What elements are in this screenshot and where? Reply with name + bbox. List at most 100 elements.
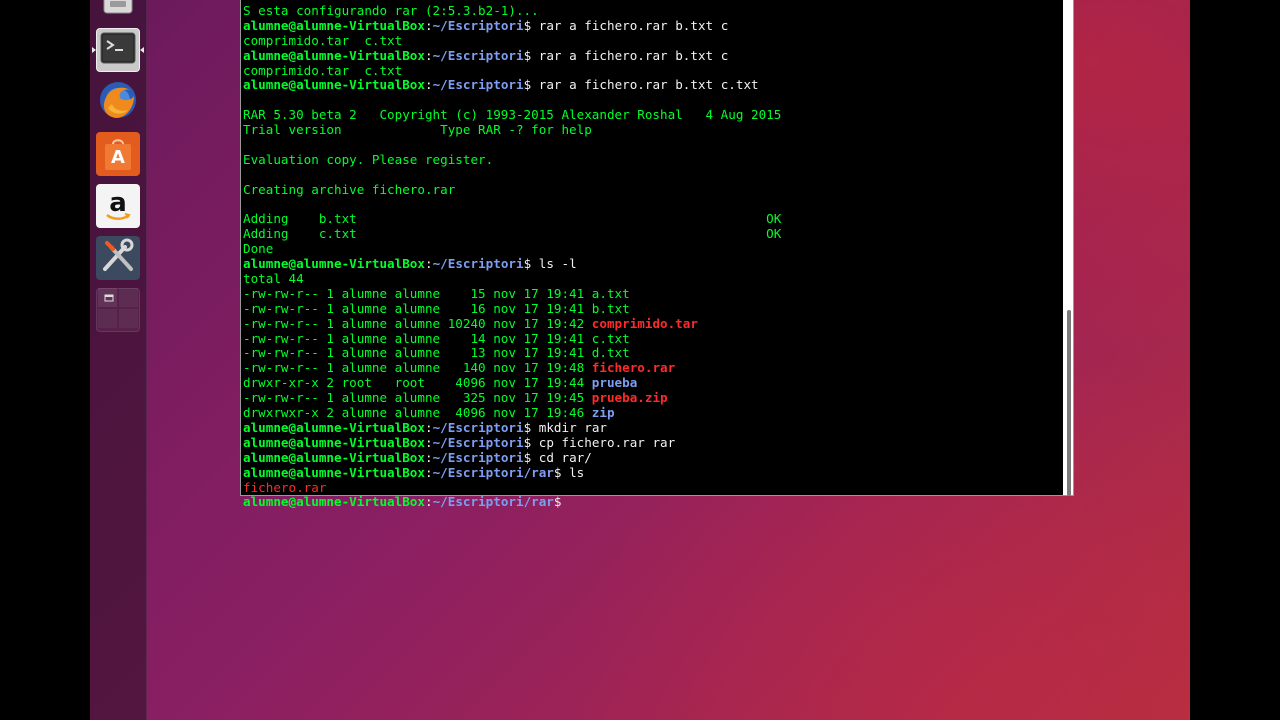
terminal-line: alumne@alumne-VirtualBox:~/Escriptori$ r…: [243, 49, 1059, 64]
software-center-glyph: A: [111, 146, 125, 168]
terminal-text-segment: fichero.rar: [591, 361, 676, 376]
terminal-text-segment: -rw-rw-r-- 1 alumne alumne 16 nov 17 19:…: [243, 301, 630, 316]
terminal-text-segment: $ rar a fichero.rar b.txt c: [523, 48, 729, 63]
terminal-line: -rw-rw-r-- 1 alumne alumne 14 nov 17 19:…: [243, 332, 1059, 347]
terminal-text-segment: alumne@alumne-VirtualBox: [243, 257, 425, 272]
desktop: A a S esta configurando rar (2:5.3.b2-1)…: [90, 0, 1190, 720]
terminal-text-segment: ~/Escriptori: [432, 257, 524, 272]
terminal-text-segment: Adding b.txt OK: [243, 212, 782, 227]
terminal-text-segment: :: [424, 257, 433, 272]
terminal-text-segment: :: [424, 78, 433, 93]
terminal-line: -rw-rw-r-- 1 alumne alumne 325 nov 17 19…: [243, 391, 1059, 406]
terminal-text-segment: -rw-rw-r-- 1 alumne alumne 10240 nov 17 …: [243, 316, 592, 331]
terminal-line: alumne@alumne-VirtualBox:~/Escriptori$ r…: [243, 19, 1059, 34]
terminal-text-segment: ~/Escriptori: [432, 48, 524, 63]
terminal-line: Trial version Type RAR -? for help: [243, 123, 1059, 138]
terminal-text-segment: ~/Escriptori: [432, 420, 524, 435]
launcher-item-system-settings[interactable]: [96, 236, 140, 280]
terminal-text-segment: RAR 5.30 beta 2 Copyright (c) 1993-2015 …: [243, 108, 782, 123]
terminal-line: Creating archive fichero.rar: [243, 183, 1059, 198]
terminal-window[interactable]: S esta configurando rar (2:5.3.b2-1)... a…: [240, 0, 1074, 509]
terminal-text-segment: total 44: [243, 272, 304, 287]
file-cabinet-icon: [101, 0, 135, 19]
terminal-line: -rw-rw-r-- 1 alumne alumne 15 nov 17 19:…: [243, 287, 1059, 302]
terminal-text-segment: Adding c.txt OK: [243, 227, 782, 242]
terminal-text-segment: prueba.zip: [591, 391, 668, 406]
terminal-line: alumne@alumne-VirtualBox:~/Escriptori$ m…: [243, 421, 1059, 436]
workspace-switcher-icon: [98, 288, 138, 332]
amazon-icon: a: [105, 188, 131, 221]
terminal-output[interactable]: S esta configurando rar (2:5.3.b2-1)... a…: [243, 4, 1059, 510]
terminal-text-segment: $ rar a fichero.rar b.txt c: [523, 18, 729, 33]
terminal-line: RAR 5.30 beta 2 Copyright (c) 1993-2015 …: [243, 108, 1059, 123]
firefox-icon: [98, 80, 138, 124]
launcher-item-firefox[interactable]: [96, 80, 140, 124]
terminal-text-segment: alumne@alumne-VirtualBox: [243, 78, 425, 93]
terminal-text-segment: comprimido.tar c.txt: [243, 33, 403, 48]
terminal-icon: [100, 30, 136, 70]
terminal-line: fichero.rar: [243, 481, 1059, 496]
terminal-text-segment: alumne@alumne-VirtualBox: [243, 48, 425, 63]
terminal-text-segment: Evaluation copy. Please register.: [243, 152, 494, 167]
terminal-text-segment: ~/Escriptori/rar: [432, 465, 554, 480]
amazon-glyph: a: [109, 188, 127, 218]
terminal-text-segment: $ cd rar/: [523, 450, 592, 465]
terminal-line: drwxrwxr-x 2 alumne alumne 4096 nov 17 1…: [243, 406, 1059, 421]
terminal-text-segment: alumne@alumne-VirtualBox: [243, 435, 425, 450]
launcher-item-workspaces[interactable]: [96, 288, 140, 332]
terminal-line: alumne@alumne-VirtualBox:~/Escriptori$ r…: [243, 78, 1059, 93]
terminal-text-segment: ~/Escriptori: [432, 78, 524, 93]
terminal-line: -rw-rw-r-- 1 alumne alumne 10240 nov 17 …: [243, 317, 1059, 332]
terminal-line: -rw-rw-r-- 1 alumne alumne 140 nov 17 19…: [243, 361, 1059, 376]
shopping-bag-icon: A: [100, 136, 136, 172]
terminal-scrollbar-thumb[interactable]: [1067, 310, 1071, 496]
terminal-line: S esta configurando rar (2:5.3.b2-1)...: [243, 4, 1059, 19]
launcher-item-files[interactable]: [96, 0, 140, 22]
terminal-line: Adding c.txt OK: [243, 227, 1059, 242]
terminal-scrollbar[interactable]: [1063, 0, 1073, 496]
terminal-text-segment: $ ls: [553, 465, 585, 480]
terminal-text-segment: Done: [243, 242, 274, 257]
terminal-text-segment: :: [424, 450, 433, 465]
terminal-line: Evaluation copy. Please register.: [243, 153, 1059, 168]
terminal-line: comprimido.tar c.txt: [243, 34, 1059, 49]
terminal-text-segment: $ ls -l: [523, 257, 577, 272]
terminal-text-segment: :: [424, 435, 433, 450]
terminal-text-segment: $: [553, 495, 570, 510]
terminal-text-segment: $ rar a fichero.rar b.txt c.txt: [523, 78, 759, 93]
terminal-line: comprimido.tar c.txt: [243, 64, 1059, 79]
terminal-text-segment: :: [424, 420, 433, 435]
terminal-text-segment: ~/Escriptori/rar: [432, 495, 554, 510]
launcher-item-terminal[interactable]: [92, 28, 144, 72]
terminal-text-segment: -rw-rw-r-- 1 alumne alumne 325 nov 17 19…: [243, 391, 592, 406]
unity-launcher: A a: [90, 0, 147, 720]
terminal-text-segment: prueba: [591, 376, 638, 391]
terminal-text-segment: drwxr-xr-x 2 root root 4096 nov 17 19:44: [243, 376, 592, 391]
terminal-text-segment: :: [424, 465, 433, 480]
terminal-text-segment: alumne@alumne-VirtualBox: [243, 465, 425, 480]
terminal-line: alumne@alumne-VirtualBox:~/Escriptori$ l…: [243, 257, 1059, 272]
terminal-text-segment: zip: [591, 406, 615, 421]
terminal-line: drwxr-xr-x 2 root root 4096 nov 17 19:44…: [243, 376, 1059, 391]
terminal-text-segment: comprimido.tar: [591, 316, 698, 331]
terminal-line: alumne@alumne-VirtualBox:~/Escriptori$ c…: [243, 436, 1059, 451]
terminal-text-segment: -rw-rw-r-- 1 alumne alumne 140 nov 17 19…: [243, 361, 592, 376]
terminal-text-segment: :: [424, 18, 433, 33]
terminal-text-segment: S esta configurando rar (2:5.3.b2-1)...: [243, 4, 539, 18]
terminal-text-segment: alumne@alumne-VirtualBox: [243, 450, 425, 465]
terminal-line: Done: [243, 242, 1059, 257]
launcher-item-amazon[interactable]: a: [96, 184, 140, 228]
terminal-text-segment: alumne@alumne-VirtualBox: [243, 495, 425, 510]
launcher-item-software-center[interactable]: A: [96, 132, 140, 176]
terminal-line: -rw-rw-r-- 1 alumne alumne 13 nov 17 19:…: [243, 346, 1059, 361]
terminal-text-segment: ~/Escriptori: [432, 450, 524, 465]
terminal-text-segment: ~/Escriptori: [432, 18, 524, 33]
terminal-text-segment: alumne@alumne-VirtualBox: [243, 18, 425, 33]
terminal-line: total 44: [243, 272, 1059, 287]
terminal-text-segment: $ mkdir rar: [523, 420, 607, 435]
terminal-text-segment: :: [424, 495, 433, 510]
